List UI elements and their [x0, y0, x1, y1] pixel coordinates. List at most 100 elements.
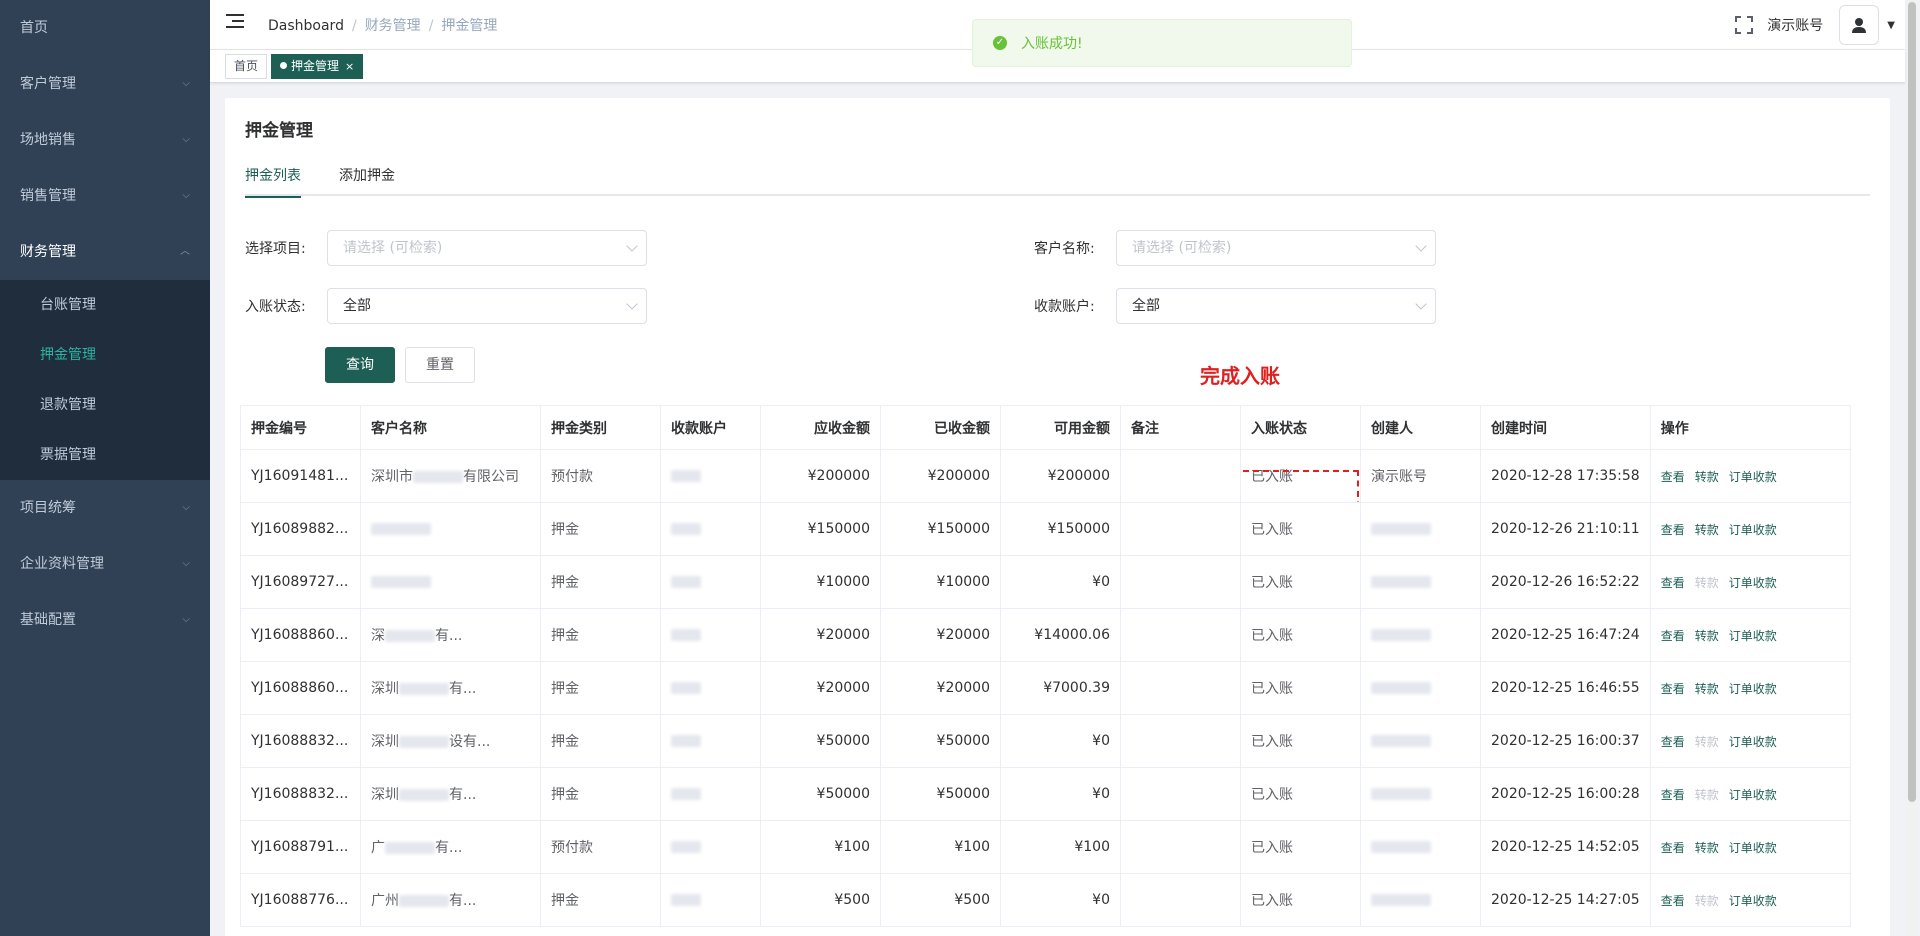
sidebar-item-home[interactable]: 首页 — [0, 0, 210, 56]
transfer-link[interactable]: 转款 — [1695, 735, 1719, 749]
sidebar-item-enterprise[interactable]: 企业资料管理 ⌵ — [0, 536, 210, 592]
view-link[interactable]: 查看 — [1661, 735, 1685, 749]
cell-category: 押金 — [540, 873, 661, 927]
sidebar-item-ledger[interactable]: 台账管理 — [0, 280, 210, 330]
sidebar-item-invoice[interactable]: 票据管理 — [0, 430, 210, 480]
sidebar-item-finance[interactable]: 财务管理 ︿ — [0, 224, 210, 280]
order-payment-link[interactable]: 订单收款 — [1729, 841, 1777, 855]
breadcrumb-dashboard[interactable]: Dashboard — [268, 18, 344, 34]
sidebar-item-label: 场地销售 — [20, 132, 76, 148]
cell-time: 2020-12-25 16:47:24 — [1480, 608, 1651, 662]
hamburger-icon[interactable] — [226, 14, 244, 30]
tag-home[interactable]: 首页 — [225, 54, 268, 79]
cell-creator — [1360, 767, 1481, 821]
sidebar-item-config[interactable]: 基础配置 ⌵ — [0, 592, 210, 648]
transfer-link[interactable]: 转款 — [1695, 894, 1719, 908]
customer-select[interactable]: 请选择 (可检索) — [1116, 230, 1436, 266]
transfer-link[interactable]: 转款 — [1695, 841, 1719, 855]
cell-time: 2020-12-25 14:52:05 — [1480, 820, 1651, 874]
order-payment-link[interactable]: 订单收款 — [1729, 788, 1777, 802]
view-link[interactable]: 查看 — [1661, 841, 1685, 855]
transfer-link[interactable]: 转款 — [1695, 629, 1719, 643]
tab-add-deposit[interactable]: 添加押金 — [339, 164, 395, 196]
view-link[interactable]: 查看 — [1661, 788, 1685, 802]
order-payment-link[interactable]: 订单收款 — [1729, 735, 1777, 749]
fullscreen-icon[interactable] — [1735, 16, 1754, 34]
breadcrumb-finance[interactable]: 财务管理 — [365, 18, 421, 34]
sidebar-item-refund[interactable]: 退款管理 — [0, 380, 210, 430]
order-payment-link[interactable]: 订单收款 — [1729, 523, 1777, 537]
view-link[interactable]: 查看 — [1661, 523, 1685, 537]
status-text-wrap: 已入账 — [1251, 681, 1293, 697]
cell-status: 已入账 — [1240, 555, 1361, 609]
view-link[interactable]: 查看 — [1661, 576, 1685, 590]
cell-status: 已入账 — [1240, 502, 1361, 556]
cell-received: ¥150000 — [880, 502, 1001, 556]
redacted-text — [671, 841, 701, 853]
redacted-text — [671, 523, 701, 535]
cell-ops: 查看 转款 订单收款 — [1649, 873, 1851, 927]
query-button[interactable]: 查询 — [325, 347, 395, 383]
cell-creator — [1360, 608, 1481, 662]
avatar[interactable] — [1839, 5, 1880, 45]
transfer-link[interactable]: 转款 — [1695, 523, 1719, 537]
account-select[interactable]: 全部 — [1116, 288, 1436, 324]
chevron-down-icon: ⌵ — [182, 614, 190, 625]
view-link[interactable]: 查看 — [1661, 682, 1685, 696]
transfer-link[interactable]: 转款 — [1695, 682, 1719, 696]
cell-account — [660, 608, 761, 662]
order-payment-link[interactable]: 订单收款 — [1729, 682, 1777, 696]
sidebar-item-deposit[interactable]: 押金管理 — [0, 330, 210, 380]
cell-due: ¥50000 — [760, 714, 881, 768]
order-payment-link[interactable]: 订单收款 — [1729, 576, 1777, 590]
sidebar-item-venue-sales[interactable]: 场地销售 ⌵ — [0, 112, 210, 168]
tag-deposit[interactable]: 押金管理 × — [271, 54, 364, 79]
view-link[interactable]: 查看 — [1661, 470, 1685, 484]
chevron-down-icon — [1415, 298, 1427, 310]
status-select[interactable]: 全部 — [327, 288, 647, 324]
cell-remark — [1120, 714, 1241, 768]
sidebar-item-projects[interactable]: 项目统筹 ⌵ — [0, 480, 210, 536]
cell-remark — [1120, 767, 1241, 821]
sidebar-item-customers[interactable]: 客户管理 ⌵ — [0, 56, 210, 112]
chevron-down-icon — [626, 298, 638, 310]
transfer-link[interactable]: 转款 — [1695, 576, 1719, 590]
filter-account: 收款账户: 全部 — [1034, 288, 1436, 324]
cell-due: ¥500 — [760, 873, 881, 927]
cell-creator — [1360, 661, 1481, 715]
view-link[interactable]: 查看 — [1661, 894, 1685, 908]
cell-time: 2020-12-25 16:00:28 — [1480, 767, 1651, 821]
toast-text: 入账成功! — [1021, 36, 1083, 52]
cell-code: YJ16089727... — [240, 555, 361, 609]
view-link[interactable]: 查看 — [1661, 629, 1685, 643]
sidebar-item-sales[interactable]: 销售管理 ⌵ — [0, 168, 210, 224]
order-payment-link[interactable]: 订单收款 — [1729, 629, 1777, 643]
customer-suffix: 有... — [449, 681, 477, 697]
caret-down-icon[interactable]: ▼ — [1887, 20, 1895, 31]
cell-available: ¥14000.06 — [1000, 608, 1121, 662]
close-icon[interactable]: × — [345, 60, 354, 73]
cell-available: ¥100 — [1000, 820, 1121, 874]
project-select[interactable]: 请选择 (可检索) — [327, 230, 647, 266]
transfer-link[interactable]: 转款 — [1695, 470, 1719, 484]
sidebar-item-label: 企业资料管理 — [20, 556, 104, 572]
cell-time: 2020-12-25 14:27:05 — [1480, 873, 1651, 927]
scrollbar[interactable] — [1907, 0, 1917, 936]
customer-suffix: 有... — [449, 893, 477, 909]
creator-text: 演示账号 — [1371, 469, 1427, 485]
cell-category: 押金 — [540, 502, 661, 556]
order-payment-link[interactable]: 订单收款 — [1729, 894, 1777, 908]
reset-button[interactable]: 重置 — [405, 347, 475, 383]
status-text-wrap: 已入账 — [1251, 522, 1293, 538]
cell-due: ¥20000 — [760, 661, 881, 715]
sidebar-item-label: 销售管理 — [20, 188, 76, 204]
cell-account — [660, 714, 761, 768]
order-payment-link[interactable]: 订单收款 — [1729, 470, 1777, 484]
transfer-link[interactable]: 转款 — [1695, 788, 1719, 802]
cell-ops: 查看 转款 订单收款 — [1649, 714, 1851, 768]
cell-creator — [1360, 873, 1481, 927]
cell-available: ¥0 — [1000, 873, 1121, 927]
cell-account — [660, 820, 761, 874]
scrollbar-thumb[interactable] — [1908, 2, 1916, 802]
tab-deposit-list[interactable]: 押金列表 — [245, 164, 301, 198]
